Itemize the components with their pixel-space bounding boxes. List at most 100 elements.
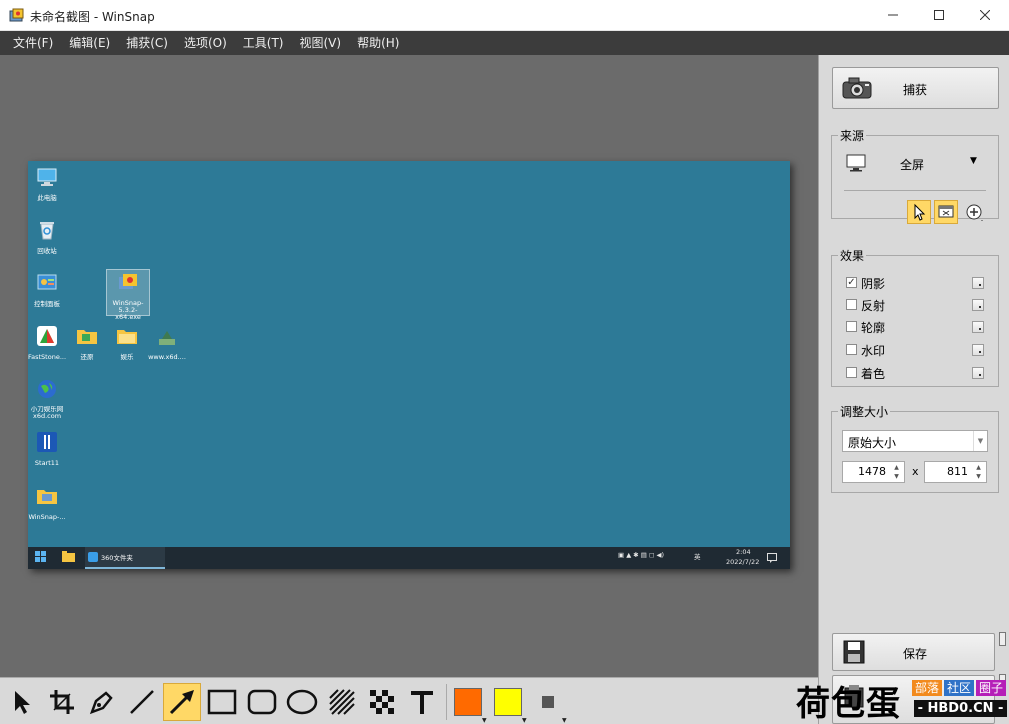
watermark-checkbox[interactable] (846, 344, 857, 355)
watermark-options-button[interactable] (972, 344, 984, 356)
text-tool-icon (411, 691, 433, 714)
hatch-tool[interactable] (323, 683, 361, 721)
window-options-button[interactable] (934, 200, 958, 224)
tray-date: 2022/7/22 (726, 558, 760, 566)
desktop-icon-x6d-site: 小刀娱乐网 x6d.com (28, 378, 69, 420)
effect-watermark[interactable]: 水印 (846, 342, 988, 358)
screenshot-taskbar: 360文件夹 ▣ ▲ ✱ ▤ ◻ ◀) 英 2:04 2022/7/22 (28, 547, 790, 569)
spin-down-icon[interactable]: ▼ (890, 472, 903, 481)
monitor-icon (846, 154, 866, 172)
start-icon (35, 551, 46, 562)
resize-mode-select[interactable]: 原始大小 ▼ (842, 430, 988, 452)
arrow-tool-icon (169, 690, 194, 715)
crop-tool[interactable] (43, 683, 81, 721)
pointer-tool[interactable] (3, 683, 41, 721)
desktop-icon-winsnap-installer: WinSnap-5.3.2-x64.exe (106, 269, 150, 321)
winsnap-installer-icon (119, 274, 137, 289)
chevron-down-icon[interactable]: ▼ (482, 717, 487, 724)
tray-icons: ▣ ▲ ✱ ▤ ◻ ◀) (618, 551, 664, 559)
desktop-icon-x6d-shortcut: www.x6d.... (145, 325, 189, 361)
desktop-icon-winsnap-folder: WinSnap-... (28, 485, 69, 521)
computer-icon (37, 168, 57, 186)
desktop-icon-faststone: FastStone... (28, 325, 69, 361)
save-button[interactable]: 保存 (832, 633, 995, 671)
maximize-button[interactable] (916, 0, 962, 30)
pen-tool-icon (89, 691, 113, 715)
menu-capture[interactable]: 捕获(C) (118, 31, 176, 55)
width-spinbox[interactable]: 1478 ▲ ▼ (842, 461, 905, 483)
taskbar-active-window: 360文件夹 (85, 547, 165, 569)
menu-options[interactable]: 选项(O) (176, 31, 235, 55)
watermark-tag: 社区 (944, 680, 975, 696)
watermark-logo-text: 荷包蛋 (796, 684, 901, 724)
camera-icon (842, 77, 872, 99)
reflection-checkbox[interactable] (846, 299, 857, 310)
desktop-icon-restore-folder: 还原 (65, 325, 109, 361)
chevron-down-icon[interactable]: ▼ (522, 717, 527, 724)
effect-colorize[interactable]: 着色 (846, 365, 988, 381)
include-cursor-button[interactable] (907, 200, 931, 224)
source-mode-select[interactable]: 全屏 ▼ (838, 150, 988, 176)
menu-edit[interactable]: 编辑(E) (61, 31, 118, 55)
cursor-icon (914, 203, 926, 221)
spin-up-icon[interactable]: ▲ (890, 463, 903, 472)
arrow-tool[interactable] (163, 683, 201, 721)
pixelate-tool-icon (370, 690, 394, 714)
menu-help[interactable]: 帮助(H) (349, 31, 407, 55)
pixelate-tool[interactable] (363, 683, 401, 721)
crop-tool-icon (50, 690, 74, 714)
effect-label: 水印 (861, 344, 886, 358)
effect-label: 反射 (861, 299, 886, 313)
effects-title: 效果 (838, 247, 867, 264)
rectangle-tool-icon (207, 689, 237, 715)
menu-tools[interactable]: 工具(T) (235, 31, 292, 55)
colorize-checkbox[interactable] (846, 367, 857, 378)
minimize-icon (888, 14, 898, 16)
text-tool[interactable] (403, 683, 441, 721)
rounded-rectangle-tool[interactable] (243, 683, 281, 721)
effect-reflection[interactable]: 反射 (846, 297, 988, 313)
folder-icon (77, 330, 97, 344)
size-separator: x (912, 465, 919, 478)
capture-canvas[interactable]: 此电脑 回收站 控制面板 WinSnap-5.3.2-x64.exe FastS… (0, 55, 818, 677)
capture-button[interactable]: 捕获 (832, 67, 999, 109)
ellipse-tool[interactable] (283, 683, 321, 721)
spin-up-icon[interactable]: ▲ (972, 463, 985, 472)
chevron-down-icon[interactable]: ▼ (973, 431, 987, 451)
effect-outline[interactable]: 轮廓 (846, 319, 988, 335)
toolbar-divider (446, 684, 447, 720)
resize-title: 调整大小 (838, 403, 891, 420)
effect-shadow[interactable]: ✓ 阴影 (846, 275, 988, 291)
add-source-button[interactable] (964, 202, 988, 224)
minimize-button[interactable] (870, 0, 916, 30)
outline-checkbox[interactable] (846, 321, 857, 332)
line-tool[interactable] (123, 683, 161, 721)
tray-time: 2:04 (736, 548, 751, 556)
pen-tool[interactable] (83, 683, 121, 721)
rectangle-tool[interactable] (203, 683, 241, 721)
close-button[interactable] (962, 0, 1008, 30)
colorize-options-button[interactable] (972, 367, 984, 379)
desktop-icon-computer: 此电脑 (28, 166, 69, 202)
spin-down-icon[interactable]: ▼ (972, 472, 985, 481)
captured-screenshot[interactable]: 此电脑 回收站 控制面板 WinSnap-5.3.2-x64.exe FastS… (28, 161, 790, 569)
outline-options-button[interactable] (972, 321, 984, 333)
shadow-options-button[interactable] (972, 277, 984, 289)
panel-scroll-thumb[interactable] (999, 632, 1006, 646)
menu-file[interactable]: 文件(F) (5, 31, 61, 55)
menu-view[interactable]: 视图(V) (292, 31, 350, 55)
line-width-swatch[interactable] (542, 696, 554, 708)
primary-color-swatch[interactable] (454, 688, 482, 716)
plus-circle-icon (966, 204, 983, 221)
chevron-down-icon[interactable]: ▼ (562, 717, 567, 724)
shortcut-icon (159, 331, 175, 345)
reflection-options-button[interactable] (972, 299, 984, 311)
shadow-checkbox[interactable]: ✓ (846, 277, 857, 288)
secondary-color-swatch[interactable] (494, 688, 522, 716)
menu-bar: 文件(F) 编辑(E) 捕获(C) 选项(O) 工具(T) 视图(V) 帮助(H… (0, 31, 1009, 55)
height-spinbox[interactable]: 811 ▲ ▼ (924, 461, 987, 483)
360-folder-icon (88, 552, 98, 562)
effect-label: 阴影 (861, 277, 886, 291)
drawing-toolbar: ▼ ▼ ▼ (0, 677, 818, 724)
width-value: 1478 (858, 465, 886, 478)
